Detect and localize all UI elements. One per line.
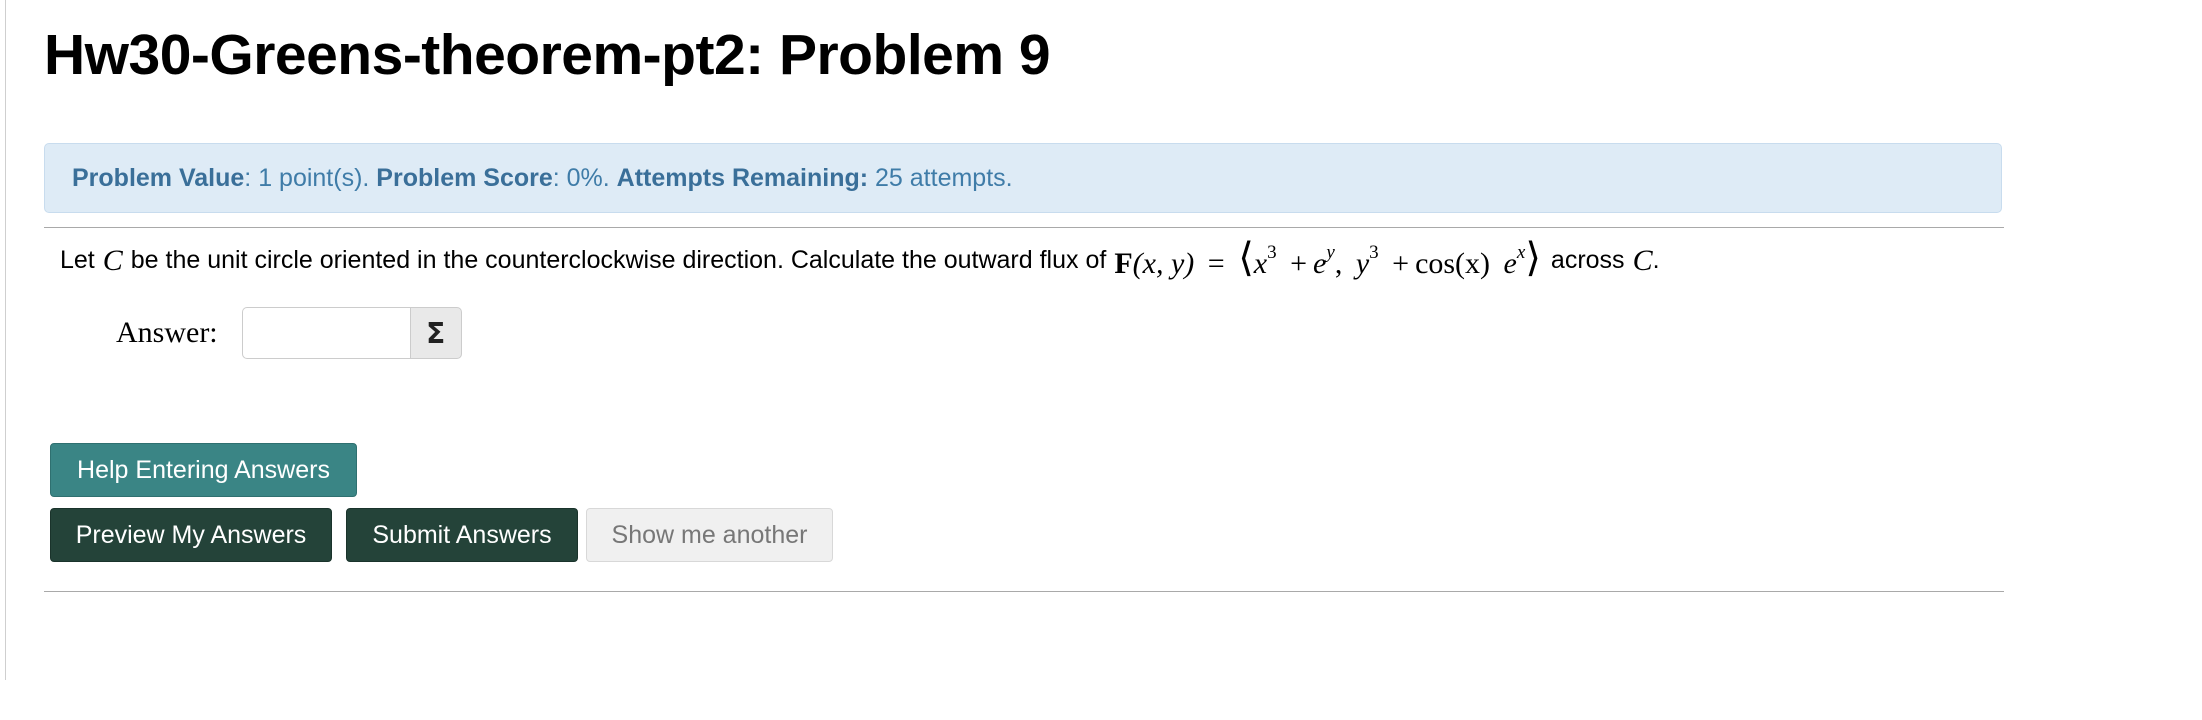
problem-value-label: Problem Value: [72, 163, 245, 192]
attempts-remaining-text: 25 attempts.: [868, 163, 1013, 192]
problem-text-let: Let: [60, 246, 95, 274]
problem-text-across: across: [1550, 246, 1625, 274]
divider-bottom: [44, 591, 2004, 592]
sigma-icon: Σ: [426, 316, 446, 350]
divider-top: [44, 227, 2004, 228]
attempts-remaining-label: Attempts Remaining:: [616, 163, 869, 192]
left-border: [5, 0, 6, 680]
problem-text-middle: be the unit circle oriented in the count…: [130, 246, 1107, 274]
answer-label: Answer:: [116, 316, 218, 349]
page-title: Hw30-Greens-theorem-pt2: Problem 9: [44, 23, 1051, 87]
problem-period: .: [1652, 246, 1660, 274]
problem-statement: Let C be the unit circle oriented in the…: [60, 235, 1660, 281]
submit-answers-button[interactable]: Submit Answers: [346, 508, 578, 562]
problem-value-text: : 1 point(s).: [244, 163, 377, 192]
show-me-another-button[interactable]: Show me another: [586, 508, 833, 562]
problem-score-text: : 0%.: [552, 163, 617, 192]
vector-field-expression: F(x, y) = ⟨x3 + ey, y3 + cos(x) ex⟩: [1114, 235, 1541, 281]
problem-score-label: Problem Score: [376, 163, 553, 192]
help-entering-answers-button[interactable]: Help Entering Answers: [50, 443, 357, 497]
math-var-c-2: C: [1632, 243, 1653, 277]
problem-info-banner: Problem Value : 1 point(s). Problem Scor…: [44, 143, 2002, 213]
answer-row: Answer: Σ: [116, 307, 462, 359]
answer-input[interactable]: [241, 307, 410, 359]
math-var-c: C: [102, 243, 123, 277]
preview-answers-button[interactable]: Preview My Answers: [50, 508, 332, 562]
equation-editor-button[interactable]: Σ: [409, 307, 462, 359]
